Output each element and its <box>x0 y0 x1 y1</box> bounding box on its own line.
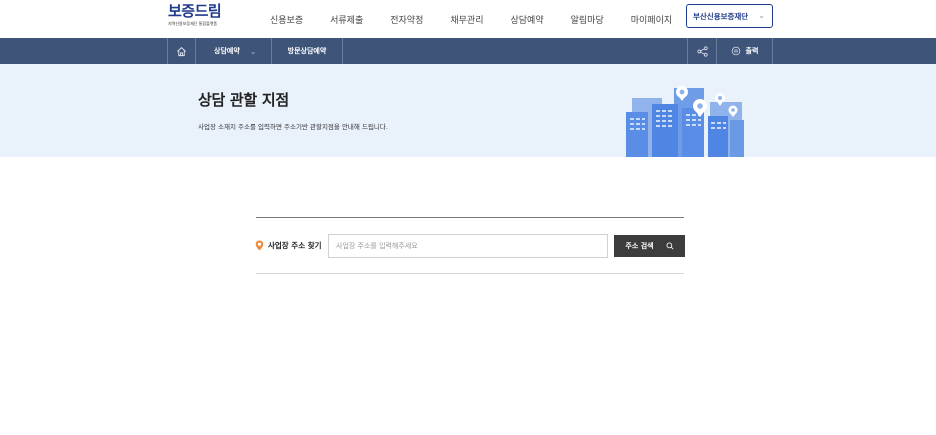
home-button[interactable] <box>168 38 195 64</box>
location-pin-icon <box>255 240 264 251</box>
search-label: 사업장 주소 찾기 <box>255 240 322 251</box>
home-icon <box>177 46 186 56</box>
nav-item-e-contract[interactable]: 전자약정 <box>390 13 423 26</box>
nav-item-my-page[interactable]: 마이페이지 <box>631 13 672 26</box>
page-description: 사업장 소재지 주소를 입력하면 주소기반 관할지점을 안내해 드립니다. <box>198 123 388 131</box>
search-icon <box>666 242 674 250</box>
search-label-text: 사업장 주소 찾기 <box>268 241 322 250</box>
organization-select-value: 부산신용보증재단 <box>693 11 749 21</box>
address-search-input[interactable] <box>328 234 608 258</box>
top-header: 보증드림 지역신용보증재단 통합플랫폼 신용보증 서류제출 전자약정 채무관리 … <box>0 0 936 38</box>
print-button[interactable]: 출력 <box>717 38 772 64</box>
city-buildings-illustration <box>626 86 744 157</box>
nav-item-document-submit[interactable]: 서류제출 <box>330 13 363 26</box>
logo-title: 보증드림 <box>168 2 222 20</box>
address-search-button[interactable]: 주소 검색 <box>614 235 685 257</box>
chevron-down-icon: ⌄ <box>758 11 765 20</box>
divider <box>342 38 343 64</box>
organization-select[interactable]: 부산신용보증재단 ⌄ <box>686 4 773 28</box>
nav-item-debt-management[interactable]: 채무관리 <box>450 13 483 26</box>
breadcrumb-dropdown[interactable]: 상담예약 ⌄ <box>196 38 271 64</box>
divider <box>772 38 773 64</box>
logo-subtitle: 지역신용보증재단 통합플랫폼 <box>168 21 218 26</box>
nav-item-credit-guarantee[interactable]: 신용보증 <box>270 13 303 26</box>
main-nav: 신용보증 서류제출 전자약정 채무관리 상담예약 알림마당 마이페이지 <box>270 0 699 38</box>
page-title: 상담 관할 지점 <box>198 91 289 109</box>
nav-item-notice-board[interactable]: 알림마당 <box>571 13 604 26</box>
page-hero: 상담 관할 지점 사업장 소재지 주소를 입력하면 주소기반 관할지점을 안내해… <box>0 64 936 157</box>
breadcrumb-current-label: 방문상담예약 <box>287 47 327 55</box>
logo[interactable]: 보증드림 지역신용보증재단 통합플랫폼 <box>168 2 230 34</box>
chevron-down-icon: ⌄ <box>249 46 257 56</box>
share-button[interactable] <box>688 38 716 64</box>
divider-bottom <box>256 273 684 274</box>
print-label: 출력 <box>745 47 759 55</box>
nav-item-consult-reservation[interactable]: 상담예약 <box>511 13 544 26</box>
print-icon <box>731 46 740 56</box>
breadcrumb-item-visit-consult[interactable]: 방문상담예약 <box>272 38 342 64</box>
divider-top <box>256 217 684 218</box>
sub-navigation-bar: 상담예약 ⌄ 방문상담예약 출력 <box>0 38 936 64</box>
search-button-label: 주소 검색 <box>625 242 654 250</box>
breadcrumb-item-consult: 상담예약 <box>214 47 240 55</box>
share-icon <box>696 45 708 57</box>
